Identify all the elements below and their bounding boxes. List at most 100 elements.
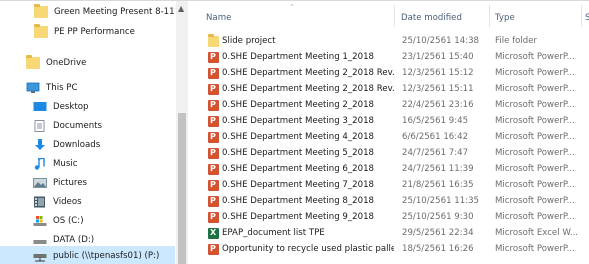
- nav-item-label: Green Meeting Present 8-11-61: [54, 6, 175, 17]
- file-type: Microsoft PowerP...: [495, 164, 575, 174]
- file-date: 25/10/2561 11:35: [402, 196, 480, 206]
- file-name: Opportunity to recycle used plastic pall…: [222, 244, 394, 254]
- nav-item-videos[interactable]: Videos: [0, 192, 175, 211]
- file-name: 0.SHE Department Meeting 2_2018: [222, 100, 375, 110]
- file-date: 21/8/2561 16:35: [402, 180, 474, 190]
- file-type: File folder: [495, 36, 538, 46]
- file-type: Microsoft Excel W...: [495, 228, 579, 238]
- file-date: 29/5/2561 22:34: [402, 228, 474, 238]
- column-divider[interactable]: [581, 5, 582, 27]
- nav-item-pictures[interactable]: Pictures: [0, 173, 175, 192]
- nav-scrollbar[interactable]: ▲: [176, 1, 188, 264]
- nav-item-label: This PC: [46, 82, 78, 93]
- nav-item-onedrive[interactable]: OneDrive: [0, 53, 175, 72]
- file-type: Microsoft PowerP...: [495, 116, 575, 126]
- file-row[interactable]: 0.SHE Department Meeting 2_2018 Rev. 12/…: [203, 67, 589, 81]
- folder-icon: [34, 23, 48, 38]
- nav-item-label: Pictures: [53, 177, 88, 188]
- file-name: 0.SHE Department Meeting 4_2018: [222, 132, 375, 142]
- file-explorer-window: Green Meeting Present 8-11-61 PE PP Perf…: [0, 0, 589, 264]
- scroll-up-icon[interactable]: ▲: [178, 4, 184, 13]
- file-type: Microsoft PowerP...: [495, 180, 575, 190]
- file-row[interactable]: 0.SHE Department Meeting 7_2018 21/8/256…: [203, 179, 589, 193]
- nav-item-os-c[interactable]: OS (C:): [0, 211, 175, 230]
- file-row[interactable]: Slide project 25/10/2561 14:38 File fold…: [203, 34, 589, 49]
- computer-icon: [26, 82, 40, 94]
- folder-icon: [208, 34, 219, 47]
- file-date: 6/6/2561 16:42: [402, 132, 469, 142]
- nav-item-label: Videos: [53, 196, 82, 207]
- powerpoint-icon: [208, 68, 219, 79]
- column-header-type[interactable]: Type: [495, 13, 515, 23]
- file-name: 0.SHE Department Meeting 7_2018: [222, 180, 375, 190]
- powerpoint-icon: [208, 244, 219, 255]
- file-type: Microsoft PowerP...: [495, 212, 575, 222]
- file-date: 23/1/2561 15:40: [402, 52, 474, 62]
- powerpoint-icon: [208, 148, 219, 159]
- file-type: Microsoft PowerP...: [495, 52, 575, 62]
- file-row[interactable]: 0.SHE Department Meeting 8_2018 25/10/25…: [203, 195, 589, 209]
- column-divider[interactable]: [489, 5, 490, 27]
- powerpoint-icon: [208, 52, 219, 63]
- column-divider[interactable]: [394, 5, 395, 27]
- scrollbar-thumb[interactable]: [178, 113, 186, 264]
- music-icon: [33, 156, 47, 170]
- nav-item-music[interactable]: Music: [0, 154, 175, 173]
- file-row[interactable]: 0.SHE Department Meeting 2_2018 22/4/256…: [203, 99, 589, 113]
- nav-item-green-meeting[interactable]: Green Meeting Present 8-11-61: [0, 2, 175, 21]
- nav-item-public-p[interactable]: public (\\tpenasfs01) (P:): [0, 246, 175, 264]
- file-type: Microsoft PowerP...: [495, 68, 575, 78]
- powerpoint-icon: [208, 116, 219, 127]
- powerpoint-icon: [208, 100, 219, 111]
- file-row[interactable]: 0.SHE Department Meeting 3_2018 16/5/256…: [203, 115, 589, 129]
- file-row[interactable]: 0.SHE Department Meeting 4_2018 6/6/2561…: [203, 131, 589, 145]
- file-row[interactable]: 0.SHE Department Meeting 6_2018 24/7/256…: [203, 163, 589, 177]
- nav-item-label: DATA (D:): [53, 234, 95, 245]
- powerpoint-icon: [208, 132, 219, 143]
- drive-icon: [33, 215, 47, 227]
- powerpoint-icon: [208, 196, 219, 207]
- file-row[interactable]: 0.SHE Department Meeting 2_2018 Rev.001 …: [203, 83, 589, 97]
- column-header-size[interactable]: S: [585, 13, 589, 23]
- nav-item-this-pc[interactable]: This PC: [0, 78, 175, 97]
- column-header-date-modified[interactable]: Date modified: [401, 13, 462, 23]
- file-date: 12/3/2561 15:12: [402, 68, 474, 78]
- downloads-icon: [33, 138, 47, 151]
- nav-item-downloads[interactable]: Downloads: [0, 135, 175, 154]
- file-name: EPAP_document list TPE: [222, 228, 325, 238]
- powerpoint-icon: [208, 180, 219, 191]
- nav-item-label: public (\\tpenasfs01) (P:): [53, 250, 160, 261]
- file-date: 24/7/2561 7:47: [402, 148, 469, 158]
- nav-item-label: OS (C:): [53, 215, 84, 226]
- nav-item-label: Downloads: [53, 139, 101, 150]
- column-header-name[interactable]: Name: [206, 13, 231, 23]
- file-type: Microsoft PowerP...: [495, 244, 575, 254]
- file-type: Microsoft PowerP...: [495, 84, 575, 94]
- nav-item-label: Desktop: [53, 101, 89, 112]
- file-date: 25/10/2561 9:30: [402, 212, 474, 222]
- powerpoint-icon: [208, 84, 219, 95]
- file-list: ⌃ Name Date modified Type S Slide projec…: [189, 1, 589, 264]
- nav-item-pe-pp-performance[interactable]: PE PP Performance: [0, 22, 175, 41]
- documents-icon: [33, 119, 47, 132]
- file-date: 12/3/2561 15:11: [402, 84, 474, 94]
- nav-item-desktop[interactable]: Desktop: [0, 97, 175, 116]
- powerpoint-icon: [208, 212, 219, 223]
- file-type: Microsoft PowerP...: [495, 100, 575, 110]
- file-name: 0.SHE Department Meeting 5_2018: [222, 148, 375, 158]
- drive-icon: [33, 234, 47, 246]
- file-name: 0.SHE Department Meeting 2_2018 Rev.001: [222, 84, 394, 94]
- nav-item-documents[interactable]: Documents: [0, 116, 175, 135]
- file-row[interactable]: 0.SHE Department Meeting 9_2018 25/10/25…: [203, 211, 589, 225]
- file-name: 0.SHE Department Meeting 3_2018: [222, 116, 375, 126]
- file-row[interactable]: 0.SHE Department Meeting 5_2018 24/7/256…: [203, 147, 589, 161]
- onedrive-icon: [26, 54, 40, 69]
- file-name: 0.SHE Department Meeting 2_2018 Rev.: [222, 68, 394, 78]
- file-row[interactable]: EPAP_document list TPE 29/5/2561 22:34 M…: [203, 227, 589, 241]
- file-row[interactable]: Opportunity to recycle used plastic pall…: [203, 243, 589, 257]
- file-row[interactable]: 0.SHE Department Meeting 1_2018 23/1/256…: [203, 51, 589, 65]
- file-name: 0.SHE Department Meeting 1_2018: [222, 52, 375, 62]
- excel-icon: [208, 228, 219, 239]
- videos-icon: [33, 196, 47, 208]
- file-date: 16/5/2561 9:45: [402, 116, 469, 126]
